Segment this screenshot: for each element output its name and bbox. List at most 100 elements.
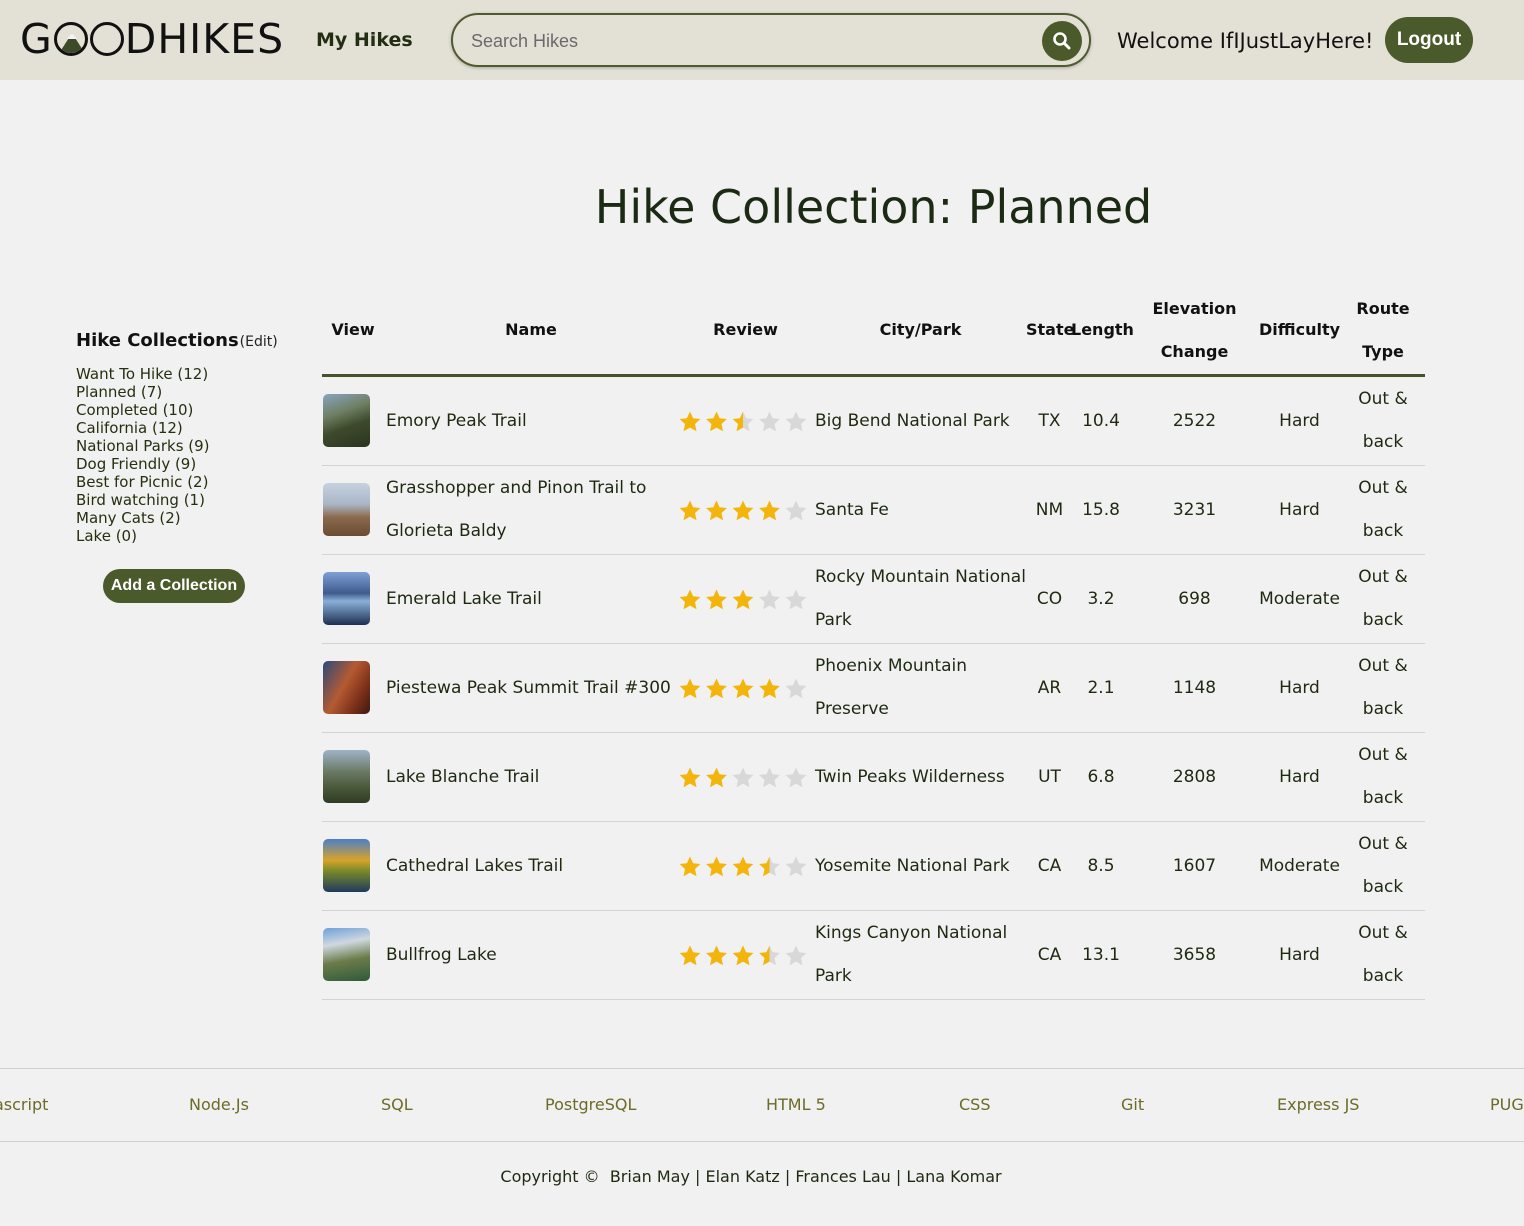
star-icon [759, 500, 780, 521]
hike-row[interactable]: Emory Peak Trail Big Bend National Park TX… [322, 377, 1425, 466]
star-icon [706, 411, 727, 432]
length: 3.2 [1087, 589, 1115, 609]
tech-item: Javascript [0, 1095, 49, 1114]
rating-stars [678, 943, 810, 969]
star-icon [732, 856, 754, 877]
hike-thumbnail[interactable] [323, 661, 370, 714]
star-icon [706, 589, 727, 610]
hike-name-link[interactable]: Piestewa Peak Summit Trail #300 [386, 667, 671, 709]
header-city-park: City/Park [879, 320, 962, 339]
collection-link[interactable]: Bird watching (1) [76, 491, 286, 509]
tech-item: SQL [381, 1095, 413, 1114]
state: CA [1037, 945, 1062, 965]
search-input[interactable] [471, 27, 1031, 55]
edit-collections-link[interactable]: (Edit) [240, 334, 278, 350]
collections-title: Hike Collections [76, 330, 239, 351]
hike-thumbnail[interactable] [323, 572, 370, 625]
difficulty: Hard [1279, 411, 1320, 431]
star-icon [785, 678, 807, 699]
star-icon [759, 411, 780, 432]
copyright: Copyright © Brian May | Elan Katz | Fran… [500, 1167, 1002, 1186]
star-icon [759, 856, 780, 877]
hike-name-link[interactable]: Emerald Lake Trail [386, 578, 542, 620]
hikes-table: View Name Review City/Park State Length … [322, 287, 1425, 1000]
star-icon [679, 500, 701, 521]
difficulty: Moderate [1259, 589, 1340, 609]
hike-name-link[interactable]: Lake Blanche Trail [386, 756, 539, 798]
route-type: Out & [1358, 745, 1408, 765]
hike-row[interactable]: Bullfrog Lake Kings Canyon National Park CA… [322, 911, 1425, 1000]
route-type: Out & [1358, 834, 1408, 854]
route-type: Out & [1358, 567, 1408, 587]
star-icon [732, 589, 754, 610]
state: CA [1037, 856, 1062, 876]
header-view: View [331, 320, 375, 339]
star-icon [706, 678, 727, 699]
logout-button[interactable]: Logout [1385, 17, 1473, 63]
table-body: Emory Peak Trail Big Bend National Park TX… [322, 377, 1425, 1000]
collection-link[interactable]: California (12) [76, 419, 286, 437]
goodhikes-logo[interactable]: G DHIKES [20, 15, 284, 63]
collection-link[interactable]: Completed (10) [76, 401, 286, 419]
tech-item: Express JS [1277, 1095, 1360, 1114]
route-type-cont: back [1362, 610, 1404, 630]
hike-name-link[interactable]: Grasshopper and Pinon Trail to [386, 467, 646, 509]
difficulty: Moderate [1259, 856, 1340, 876]
rating-stars [678, 587, 810, 613]
star-icon [706, 767, 727, 788]
city-park: Kings Canyon National [815, 923, 1008, 943]
length: 8.5 [1087, 856, 1115, 876]
hike-row[interactable]: Emerald Lake Trail Rocky Mountain Nationa… [322, 555, 1425, 644]
hike-name-link[interactable]: Bullfrog Lake [386, 934, 497, 976]
city-park: Twin Peaks Wilderness [815, 767, 1005, 787]
hike-thumbnail[interactable] [323, 750, 370, 803]
hike-thumbnail[interactable] [323, 839, 370, 892]
add-collection-button[interactable]: Add a Collection [103, 569, 245, 603]
header-review: Review [713, 320, 778, 339]
collection-link[interactable]: Dog Friendly (9) [76, 455, 286, 473]
search-bar [451, 13, 1091, 67]
top-nav: GDHIKES My Hikes Welcome IfIJustLayHere!… [0, 0, 1524, 80]
collection-link[interactable]: Many Cats (2) [76, 509, 286, 527]
route-type-cont: back [1362, 966, 1404, 986]
search-button[interactable] [1042, 21, 1082, 61]
rating-stars [678, 409, 810, 435]
hike-name-link[interactable]: Emory Peak Trail [386, 400, 527, 442]
elevation-change: 1148 [1172, 678, 1217, 698]
hike-row[interactable]: Cathedral Lakes Trail Yosemite National P… [322, 822, 1425, 911]
star-icon [706, 500, 727, 521]
my-hikes-link[interactable]: My Hikes [316, 29, 413, 51]
header-length: Length [1071, 320, 1134, 339]
mountain-icon [53, 22, 88, 56]
city-park: Santa Fe [815, 500, 889, 520]
hike-name-link-cont[interactable]: Glorieta Baldy [386, 510, 507, 552]
city-park: Phoenix Mountain [815, 656, 968, 676]
rating-stars [678, 854, 810, 880]
hike-row[interactable]: Lake Blanche Trail Twin Peaks Wilderness U… [322, 733, 1425, 822]
elevation-change: 3231 [1172, 500, 1217, 520]
star-icon [732, 500, 754, 521]
collection-link[interactable]: Lake (0) [76, 527, 286, 545]
state: TX [1038, 411, 1061, 431]
rating-stars [678, 765, 810, 791]
elevation-change: 2808 [1172, 767, 1217, 787]
collection-link[interactable]: Planned (7) [76, 383, 286, 401]
page-title: Hike Collection: Planned [594, 180, 1153, 234]
hike-thumbnail[interactable] [323, 394, 370, 447]
hike-row[interactable]: Grasshopper and Pinon Trail to Glorieta B… [322, 466, 1425, 555]
tech-item: PostgreSQL [545, 1095, 637, 1114]
collection-link[interactable]: Best for Picnic (2) [76, 473, 286, 491]
collections-list: Want To Hike (12) Planned (7) Completed (1… [76, 365, 286, 545]
tech-item: HTML 5 [766, 1095, 826, 1114]
star-icon [759, 589, 780, 610]
hike-thumbnail[interactable] [323, 928, 370, 981]
state: UT [1038, 767, 1061, 787]
collection-link[interactable]: Want To Hike (12) [76, 365, 286, 383]
star-icon [679, 945, 701, 966]
route-type: Out & [1358, 389, 1408, 409]
hike-thumbnail[interactable] [323, 483, 370, 536]
hike-row[interactable]: Piestewa Peak Summit Trail #300 Phoenix M… [322, 644, 1425, 733]
hike-name-link[interactable]: Cathedral Lakes Trail [386, 845, 563, 887]
difficulty: Hard [1279, 945, 1320, 965]
collection-link[interactable]: National Parks (9) [76, 437, 286, 455]
